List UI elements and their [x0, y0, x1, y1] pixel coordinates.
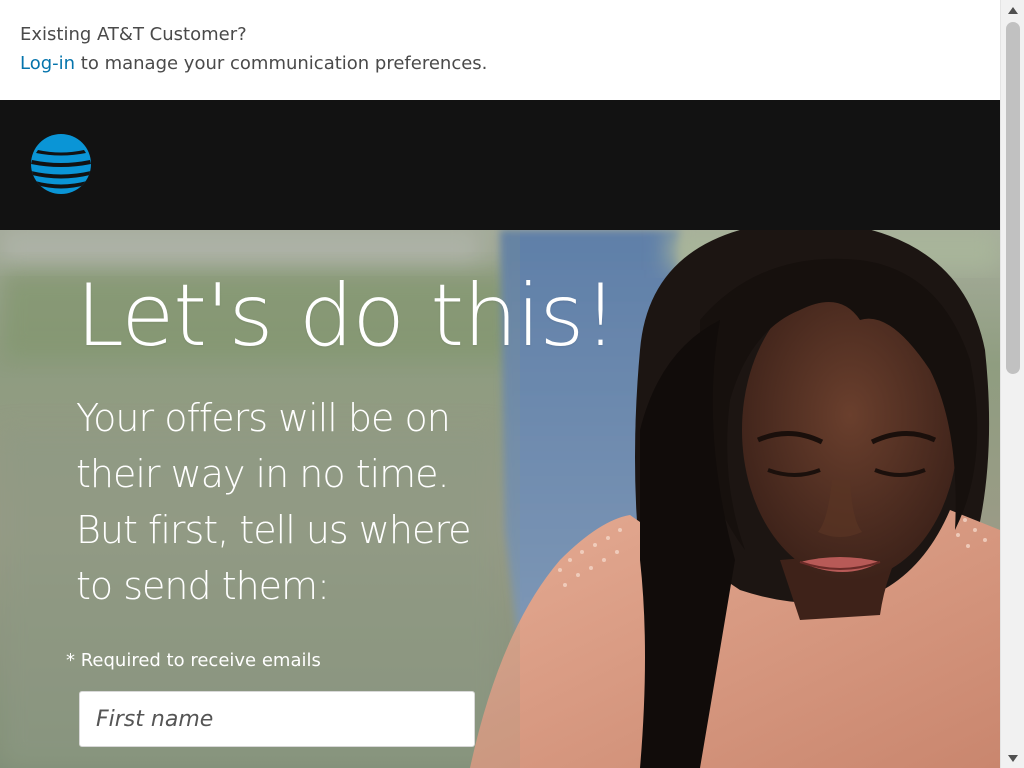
login-line: Log-in to manage your communication pref… — [20, 49, 1000, 78]
login-suffix: to manage your communication preferences… — [75, 53, 488, 74]
hero-banner: Let's do this! Your offers will be on th… — [0, 230, 1000, 768]
subhead-line: to send them: — [76, 564, 330, 608]
vertical-scrollbar[interactable] — [1000, 0, 1024, 768]
brand-header — [0, 100, 1000, 230]
login-link[interactable]: Log-in — [20, 53, 75, 74]
page-viewport: Existing AT&T Customer? Log-in to manage… — [0, 0, 1000, 768]
subhead-line: Your offers will be on — [76, 396, 451, 440]
first-name-input[interactable] — [79, 691, 475, 747]
scroll-up-icon[interactable] — [1001, 0, 1024, 20]
customer-notice: Existing AT&T Customer? Log-in to manage… — [0, 0, 1000, 100]
hero-headline: Let's do this! — [76, 266, 618, 366]
scroll-down-icon[interactable] — [1001, 748, 1024, 768]
scroll-thumb[interactable] — [1006, 22, 1020, 374]
subhead-line: But first, tell us where — [76, 508, 472, 552]
hero-subhead: Your offers will be on their way in no t… — [76, 390, 516, 614]
customer-question: Existing AT&T Customer? — [20, 24, 247, 45]
subhead-line: their way in no time. — [76, 452, 450, 496]
required-note: * Required to receive emails — [66, 650, 321, 671]
att-globe-icon[interactable] — [30, 133, 92, 195]
